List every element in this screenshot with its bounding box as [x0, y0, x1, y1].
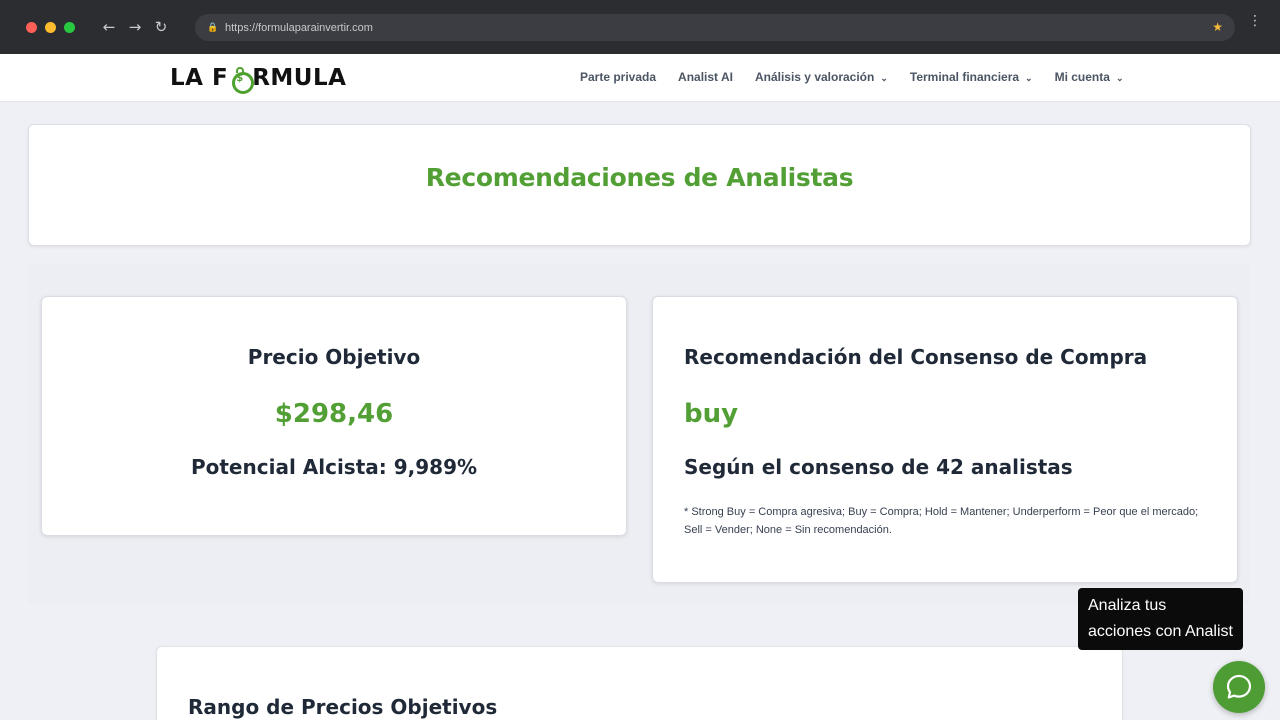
- minimize-window-button[interactable]: [45, 21, 56, 33]
- chat-tooltip: Analiza tus acciones con Analist AI: [1078, 588, 1243, 666]
- chevron-down-icon: ⌄: [1115, 72, 1124, 83]
- back-icon[interactable]: ←: [101, 18, 117, 36]
- logo[interactable]: LA F RMULA: [170, 65, 347, 94]
- title-card: Recomendaciones de Analistas: [28, 124, 1251, 246]
- address-bar[interactable]: 🔒 https://formulaparainvertir.com ★: [195, 14, 1235, 41]
- chevron-down-icon: ⌄: [880, 72, 888, 83]
- analyst-count: Según el consenso de 42 analistas: [684, 455, 1073, 479]
- maximize-window-button[interactable]: [64, 21, 75, 33]
- close-window-button[interactable]: [26, 21, 37, 33]
- money-bag-icon: [230, 67, 255, 94]
- bookmark-star-icon[interactable]: ★: [1212, 20, 1223, 34]
- price-range-heading: Rango de Precios Objetivos: [188, 695, 498, 719]
- chat-button[interactable]: [1213, 661, 1265, 713]
- nav-label: Parte privada: [580, 70, 657, 84]
- url-text[interactable]: https://formulaparainvertir.com: [225, 22, 373, 34]
- consensus-recommendation: buy: [684, 399, 739, 429]
- nav-analist-ai[interactable]: Analist AI: [678, 70, 733, 84]
- main-nav: Parte privada Analist AI Análisis y valo…: [580, 70, 1123, 84]
- nav-label: Análisis y valoración: [754, 70, 875, 84]
- lock-icon: 🔒: [207, 22, 219, 33]
- page-title: Recomendaciones de Analistas: [425, 163, 854, 192]
- chevron-down-icon: ⌄: [1025, 72, 1033, 83]
- price-range-card: Rango de Precios Objetivos: [156, 646, 1123, 720]
- price-target-value: $298,46: [274, 399, 394, 429]
- browser-menu-icon[interactable]: ⋮: [1248, 14, 1262, 28]
- nav-label: Analist AI: [678, 70, 733, 84]
- logo-text-left: LA F: [170, 65, 229, 91]
- nav-label: Terminal financiera: [909, 70, 1020, 84]
- nav-mi-cuenta[interactable]: Mi cuenta ⌄: [1055, 70, 1124, 84]
- price-target-card: Precio Objetivo $298,46 Potencial Alcist…: [41, 296, 627, 536]
- nav-analisis-valoracion[interactable]: Análisis y valoración ⌄: [755, 70, 888, 84]
- rating-legend-note: * Strong Buy = Compra agresiva; Buy = Co…: [684, 506, 1199, 536]
- browser-toolbar: ← → ↻ 🔒 https://formulaparainvertir.com …: [0, 0, 1280, 54]
- nav-parte-privada[interactable]: Parte privada: [580, 70, 656, 84]
- consensus-heading: Recomendación del Consenso de Compra: [684, 345, 1148, 369]
- forward-icon[interactable]: →: [127, 18, 143, 36]
- consensus-card: Recomendación del Consenso de Compra buy…: [652, 296, 1238, 583]
- reload-icon[interactable]: ↻: [153, 18, 169, 36]
- site-header: LA F RMULA Parte privada Analist AI Anál…: [0, 54, 1280, 101]
- window-controls: [26, 21, 75, 33]
- chat-bubble-icon: [1226, 674, 1252, 699]
- nav-label: Mi cuenta: [1054, 70, 1110, 84]
- nav-terminal-financiera[interactable]: Terminal financiera ⌄: [910, 70, 1033, 84]
- upside-potential: Potencial Alcista: 9,989%: [190, 455, 478, 479]
- logo-text-right: RMULA: [252, 65, 347, 91]
- price-target-heading: Precio Objetivo: [247, 345, 421, 369]
